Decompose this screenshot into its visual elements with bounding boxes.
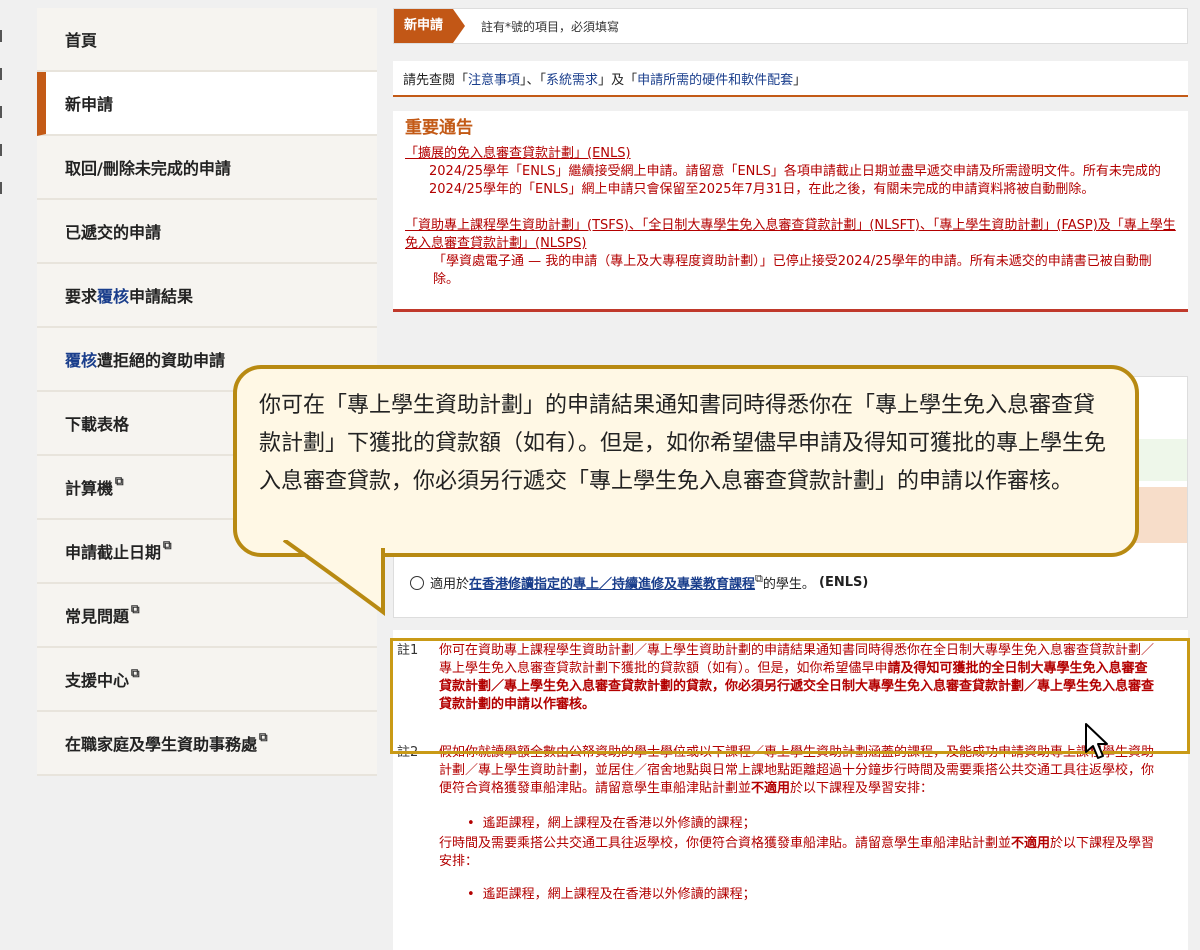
page-title-tag: 新申請 (394, 9, 466, 43)
note-2-repeat: 行時間及需要乘搭公共交通工具往返學校，你便符合資格獲發車船津貼。請留意學生車船津… (393, 831, 1188, 871)
read-first-text: 」及「 (598, 72, 638, 88)
radio-label: 的學生。 (762, 577, 815, 592)
sidebar-item-label: 取回/刪除未完成的申請 (65, 159, 231, 178)
radio-button[interactable] (410, 575, 424, 590)
sidebar-item-label: 下載表格 (65, 415, 130, 434)
notice-enls-text: 2024/25學年「ENLS」繼續接受網上申請。請留意「ENLS」各項申請截止日… (429, 164, 1161, 197)
sidebar-item-label: 新申請 (65, 95, 114, 114)
external-link-icon: ⧉ (163, 537, 172, 552)
footnotes: 註1 你可在資助專上課程學生資助計劃／專上學生資助計劃的申請結果通知書同時得悉你… (390, 630, 1190, 950)
sidebar-item-label: 常見問題 (65, 607, 130, 626)
notice-schemes-heading: 「資助專上課程學生資助計劃」(TSFS)、「全日制大專學生免入息審查貸款計劃」(… (405, 218, 1176, 251)
note-text-bold: 不適用 (751, 781, 791, 796)
link-system-requirements[interactable]: 系統需求 (546, 69, 598, 88)
external-link-icon: ⧉ (115, 473, 124, 488)
sidebar-item-label: 遭拒絕的資助申請 (97, 351, 226, 370)
sidebar-item-submitted[interactable]: 已遞交的申請 (37, 200, 377, 264)
sidebar-item-wfsfaa[interactable]: 在職家庭及學生資助事務處 ⧉ (37, 712, 377, 776)
sidebar-item-label: 申請結果 (129, 287, 194, 306)
sidebar-item-label: 已遞交的申請 (65, 223, 162, 242)
callout-text: 你可在「專上學生資助計劃」的申請結果通知書同時得悉你在「專上學生免入息審查貸款計… (259, 393, 1107, 494)
sidebar-item-label-highlight: 覆核 (97, 287, 130, 306)
link-notes[interactable]: 注意事項 (468, 69, 520, 88)
radio-code: (ENLS) (819, 575, 869, 590)
note-2-bullet-repeat: 遙距課程，網上課程及在香港以外修讀的課程； (393, 883, 1188, 902)
sidebar-item-label: 支援中心 (65, 671, 130, 690)
notice-enls-heading: 「擴展的免入息審查貸款計劃」(ENLS) (405, 146, 631, 161)
sidebar-item-label: 首頁 (65, 31, 98, 50)
note-text: 於以下課程及學習安排： (790, 781, 934, 796)
callout-tail (282, 540, 385, 616)
notice-schemes-text: 「學資處電子通 — 我的申請（專上及大專程度資助計劃）」已停止接受2024/25… (433, 254, 1152, 287)
sidebar-item-new-application[interactable]: 新申請 (37, 72, 377, 136)
required-fields-note: 註有*號的項目，必須填寫 (481, 19, 620, 34)
external-link-icon: ⧉ (131, 601, 140, 616)
notice-title: 重要通告 (405, 118, 473, 138)
link-hardware-software[interactable]: 申請所需的硬件和軟件配套 (637, 69, 793, 88)
sidebar-item-label: 在職家庭及學生資助事務處 (65, 735, 258, 754)
note-text-bold: 不適用 (1011, 836, 1051, 851)
sidebar-item-label: 計算機 (65, 479, 114, 498)
sidebar-item-home[interactable]: 首頁 (37, 8, 377, 72)
sidebar-item-label: 申請截止日期 (65, 543, 162, 562)
read-first-text: 」 (793, 72, 807, 88)
sidebar-item-retrieve-delete[interactable]: 取回/刪除未完成的申請 (37, 136, 377, 200)
read-first-banner: 請先查閱「 注意事項 」、「 系統需求 」及「 申請所需的硬件和軟件配套」 (393, 61, 1188, 97)
callout-bubble: 你可在「專上學生資助計劃」的申請結果通知書同時得悉你在「專上學生免入息審查貸款計… (233, 365, 1139, 557)
left-edge-marks (0, 30, 4, 220)
radio-label: 適用於 (430, 577, 470, 592)
sidebar-item-support[interactable]: 支援中心 ⧉ (37, 648, 377, 712)
sidebar-item-request-review[interactable]: 要求 覆核 申請結果 (37, 264, 377, 328)
main-content: 新申請 註有*號的項目，必須填寫 請先查閱「 注意事項 」、「 系統需求 」及「 申請所需… (390, 8, 1190, 950)
note-2-bullet: 遙距課程，網上課程及在香港以外修讀的課程； (393, 812, 1188, 831)
external-link-icon: ⧉ (259, 729, 268, 744)
note-text: 行時間及需要乘搭公共交通工具往返學校，你便符合資格獲發車船津貼。請留意學生車船津… (439, 836, 1012, 851)
important-notice: 重要通告 「擴展的免入息審查貸款計劃」(ENLS) 2024/25學年「ENLS… (393, 111, 1188, 312)
read-first-text: 請先查閱「 (403, 72, 469, 88)
page-header: 新申請 註有*號的項目，必須填寫 (393, 8, 1188, 44)
read-first-text: 」、「 (520, 72, 547, 88)
link-designated-courses[interactable]: 在香港修讀指定的專上／持續進修及專業教育課程 (469, 573, 755, 592)
mouse-cursor-icon (1085, 723, 1108, 759)
sidebar-item-label: 要求 (65, 287, 98, 306)
external-link-icon: ⧉ (131, 665, 140, 680)
sidebar-item-label-highlight: 覆核 (65, 351, 98, 370)
radio-option-enls[interactable]: 適用於 在香港修讀指定的專上／持續進修及專業教育課程 ⧉ 的學生。 (ENLS) (410, 571, 869, 592)
external-link-icon: ⧉ (755, 571, 763, 585)
note1-highlight-box (390, 638, 1190, 754)
